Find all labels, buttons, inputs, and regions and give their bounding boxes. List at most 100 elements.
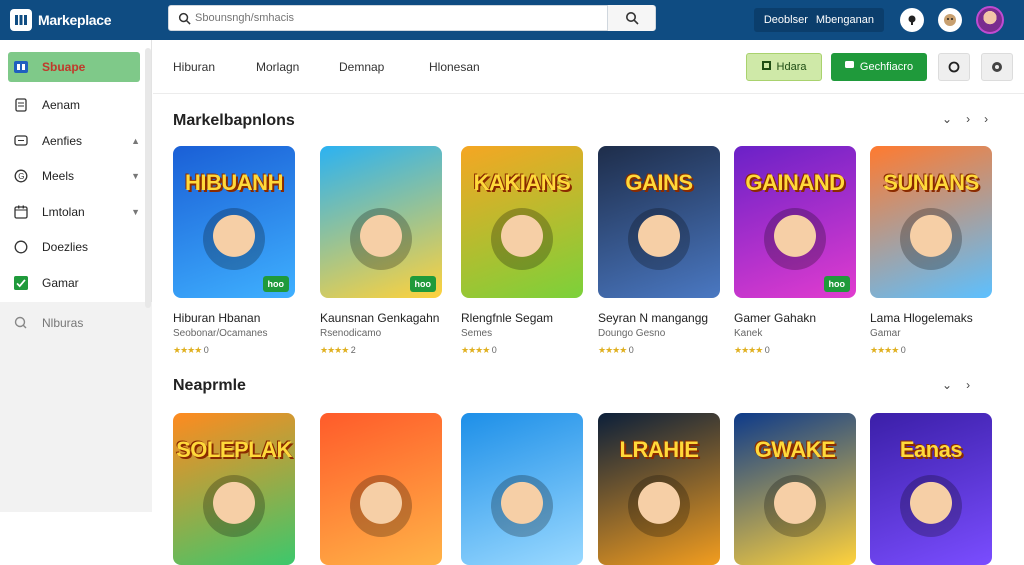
tab-hlonesan[interactable]: Hlonesan (429, 60, 480, 74)
sidebar-item-label: Doezlies (42, 240, 89, 254)
search-input[interactable] (195, 12, 607, 24)
game-character-art (350, 475, 412, 537)
search-submit-button[interactable] (607, 5, 655, 31)
chevron-right-icon[interactable]: › (984, 112, 988, 126)
sidebar-item-lmtolan[interactable]: Lmtolan ▼ (8, 197, 140, 227)
game-character-art (350, 208, 412, 270)
game-title[interactable]: Lama Hlogelemaks (870, 311, 992, 325)
chevron-down-icon[interactable]: ⌄ (942, 112, 952, 126)
game-title[interactable]: Kaunsnan Genkagahn (320, 311, 442, 325)
game-thumbnail[interactable]: GWAKE (734, 413, 856, 565)
game-title[interactable]: Rlengfnle Segam (461, 311, 583, 325)
price-badge: hoo (262, 276, 289, 292)
game-character-art (203, 208, 265, 270)
game-character-art (764, 208, 826, 270)
main-content: Hiburan Morlagn Demnap Hlonesan Hdara Ge… (153, 40, 1024, 565)
game-character-art (491, 475, 553, 537)
user-avatar[interactable] (976, 6, 1004, 34)
gechfiacro-button[interactable]: Gechfiacro (831, 53, 927, 81)
game-card[interactable]: SOLEPLAK (173, 413, 295, 565)
game-character-art (900, 475, 962, 537)
chevron-down-icon: ▼ (131, 171, 140, 181)
price-badge: hoo (823, 276, 850, 292)
account-label-2: Mbenganan (815, 14, 874, 26)
game-subtitle: Gamar (870, 328, 901, 339)
game-title[interactable]: Gamer Gahakn (734, 311, 856, 325)
radio-icon (14, 240, 28, 254)
game-art-title: Eanas (899, 437, 963, 462)
game-title[interactable]: Seyran N mangangg (598, 311, 720, 325)
game-character-art (764, 475, 826, 537)
game-thumbnail[interactable]: Eanas (870, 413, 992, 565)
chat-icon (14, 134, 28, 148)
document-icon (14, 98, 28, 112)
game-thumbnail[interactable]: HIBUANH hoo (173, 146, 295, 298)
game-thumbnail[interactable]: SOLEPLAK (173, 413, 295, 565)
circle-g-icon: G (14, 169, 28, 183)
notification-icon[interactable] (900, 8, 924, 32)
game-art-title: HIBUANH (185, 170, 283, 195)
game-rating: ★★★★ 0 (173, 345, 295, 356)
game-card[interactable]: SUNIANS Lama Hlogelemaks Gamar ★★★★ 0 (870, 146, 992, 356)
info-icon[interactable] (938, 53, 970, 81)
sidebar-item-label: Sbuape (42, 60, 86, 74)
game-thumbnail[interactable]: GAINAND hoo (734, 146, 856, 298)
search-icon (173, 12, 195, 25)
sidebar-item-aenfies[interactable]: Aenfies ▲ (8, 126, 140, 156)
tab-hiburan[interactable]: Hiburan (173, 60, 215, 74)
game-card[interactable] (461, 413, 583, 565)
sidebar-item-aenam[interactable]: Aenam (8, 90, 140, 120)
game-title[interactable]: Hiburan Hbanan (173, 311, 295, 325)
rating-count: 0 (628, 345, 634, 355)
chevron-right-icon[interactable]: › (966, 378, 970, 392)
tab-demnap[interactable]: Demnap (339, 60, 384, 74)
game-card[interactable]: hoo Kaunsnan Genkagahn Rsenodicamo ★★★★ 2 (320, 146, 442, 356)
game-rating: ★★★★ 0 (870, 345, 992, 356)
settings-icon[interactable] (981, 53, 1013, 81)
sidebar-item-sbuape[interactable]: Sbuape (8, 52, 140, 82)
game-thumbnail[interactable]: KAKIANS (461, 146, 583, 298)
game-thumbnail[interactable] (320, 413, 442, 565)
star-rating-icon: ★★★★ (870, 345, 899, 355)
calendar-icon (14, 205, 28, 219)
sidebar-scrollbar[interactable] (145, 48, 151, 308)
hdara-button-label: Hdara (776, 61, 807, 73)
tab-morlagn[interactable]: Morlagn (256, 60, 299, 74)
game-card[interactable]: GWAKE (734, 413, 856, 565)
game-card[interactable]: GAINS Seyran N mangangg Doungo Gesno ★★★★ 0 (598, 146, 720, 356)
game-thumbnail[interactable]: SUNIANS (870, 146, 992, 298)
search-submit-icon (625, 12, 639, 25)
sidebar-item-nlburas[interactable]: Nlburas (8, 308, 140, 338)
account-menu[interactable]: Deoblser Mbenganan (753, 8, 884, 32)
game-art-title: GWAKE (754, 437, 836, 462)
sidebar: Sbuape Aenam Aenfies ▲ G Meels ▼ Lmtolan… (0, 40, 152, 512)
game-card[interactable] (320, 413, 442, 565)
game-thumbnail[interactable] (461, 413, 583, 565)
game-card[interactable]: HIBUANH hoo Hiburan Hbanan Seobonar/Ocamane… (173, 146, 295, 356)
character-icon[interactable] (938, 8, 962, 32)
game-rating: ★★★★ 0 (734, 345, 856, 356)
game-rating: ★★★★ 2 (320, 345, 442, 356)
game-character-art (900, 208, 962, 270)
star-rating-icon: ★★★★ (173, 345, 202, 355)
sidebar-item-label: Aenam (42, 98, 81, 112)
game-thumbnail[interactable]: GAINS (598, 146, 720, 298)
price-badge: hoo (409, 276, 436, 292)
sidebar-item-gamar[interactable]: Gamar (8, 268, 140, 298)
sidebar-item-meels[interactable]: G Meels ▼ (8, 161, 140, 191)
game-card[interactable]: GAINAND hoo Gamer Gahakn Kanek ★★★★ 0 (734, 146, 856, 356)
chevron-down-icon[interactable]: ⌄ (942, 378, 952, 392)
chevron-right-icon[interactable]: › (966, 112, 970, 126)
game-thumbnail[interactable]: LRAHIE (598, 413, 720, 565)
gechfiacro-button-label: Gechfiacro (859, 61, 914, 73)
grid-small-icon (761, 61, 771, 73)
game-card[interactable]: KAKIANS Rlengfnle Segam Semes ★★★★ 0 (461, 146, 583, 356)
logo[interactable]: Markeplace (10, 9, 160, 31)
sidebar-item-label: Nlburas (42, 316, 84, 330)
game-card[interactable]: LRAHIE (598, 413, 720, 565)
game-card[interactable]: Eanas (870, 413, 992, 565)
account-label-1: Deoblser (763, 14, 808, 26)
hdara-button[interactable]: Hdara (746, 53, 822, 81)
sidebar-item-doezlies[interactable]: Doezlies (8, 232, 140, 262)
game-thumbnail[interactable]: hoo (320, 146, 442, 298)
